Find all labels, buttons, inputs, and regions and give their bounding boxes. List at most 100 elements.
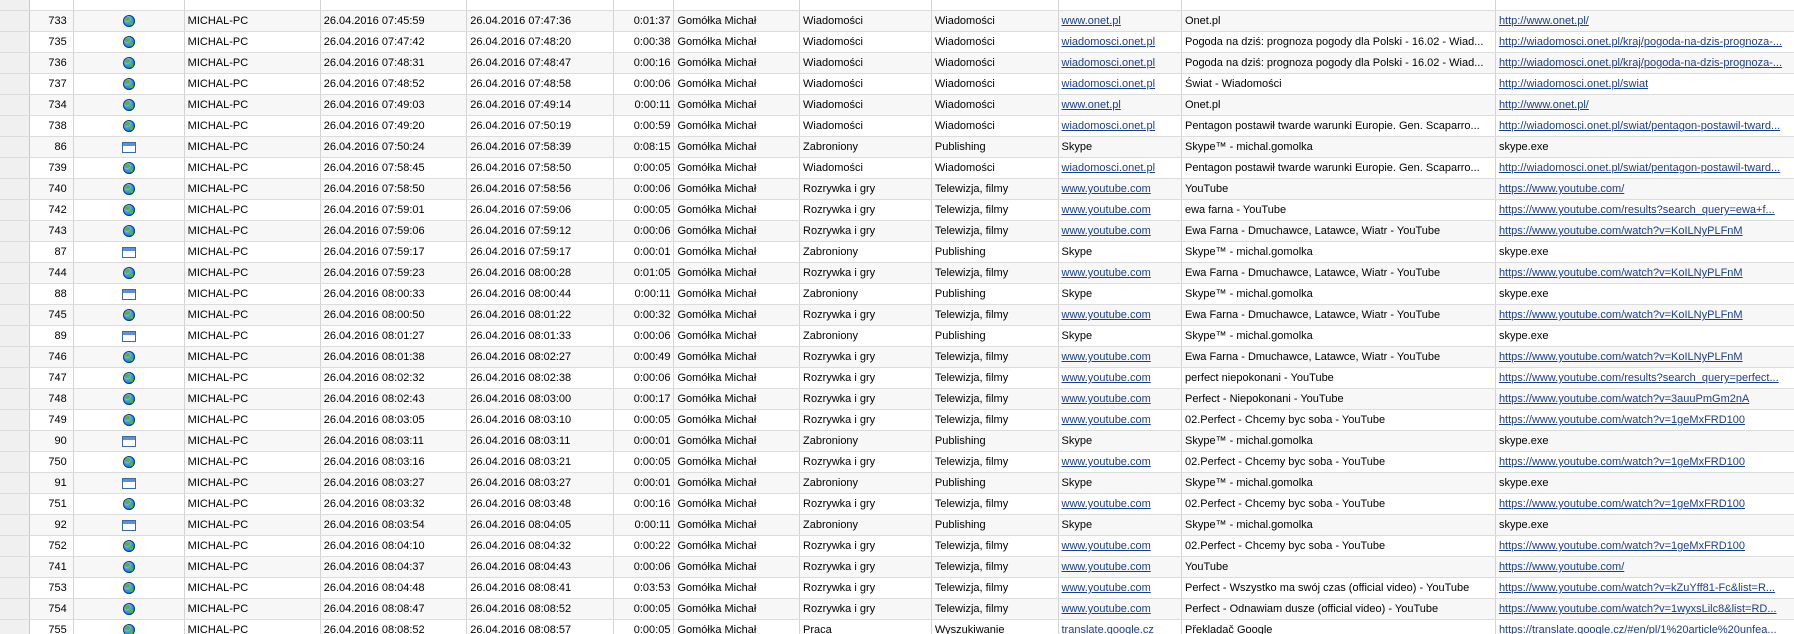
url-link[interactable]: https://www.youtube.com/watch?v=KoILNyPL… [1499,225,1743,237]
table-row[interactable]: 91 MICHAL-PC 26.04.2016 08:03:27 26.04.2016… [0,472,1794,494]
table-row[interactable]: 733 MICHAL-PC 26.04.2016 07:45:59 26.04.201… [0,10,1794,32]
cell-url[interactable]: http://wiadomosci.onet.pl/swiat/pentagon… [1495,115,1794,137]
cell-url[interactable]: https://www.youtube.com/watch?v=3auuPmGm… [1495,388,1794,410]
cell-site[interactable]: www.youtube.com [1058,409,1182,431]
cell-url[interactable]: http://wiadomosci.onet.pl/swiat [1495,73,1794,95]
table-row[interactable]: 739 MICHAL-PC 26.04.2016 07:58:45 26.04.201… [0,157,1794,179]
cell-site[interactable]: translate.google.cz [1058,619,1182,634]
cell-url[interactable]: https://www.youtube.com/ [1495,556,1794,578]
table-row[interactable]: 751 MICHAL-PC 26.04.2016 08:03:32 26.04.201… [0,493,1794,515]
table-row[interactable]: 753 MICHAL-PC 26.04.2016 08:04:48 26.04.201… [0,577,1794,599]
url-link[interactable]: https://www.youtube.com/results?search_q… [1499,372,1779,384]
cell-url[interactable]: http://wiadomosci.onet.pl/kraj/pogoda-na… [1495,31,1794,53]
cell-url[interactable]: https://www.youtube.com/watch?v=KoILNyPL… [1495,262,1794,284]
cell-site[interactable]: www.youtube.com [1058,199,1182,221]
cell-site[interactable]: www.youtube.com [1058,577,1182,599]
cell-site[interactable]: wiadomosci.onet.pl [1058,157,1182,179]
table-row[interactable]: 742 MICHAL-PC 26.04.2016 07:59:01 26.04.201… [0,199,1794,221]
table-row[interactable]: 747 MICHAL-PC 26.04.2016 08:02:32 26.04.201… [0,367,1794,389]
site-link[interactable]: wiadomosci.onet.pl [1062,162,1156,174]
site-link[interactable]: www.youtube.com [1062,414,1151,426]
cell-url[interactable]: http://www.onet.pl/ [1495,94,1794,116]
cell-site[interactable]: wiadomosci.onet.pl [1058,31,1182,53]
cell-url[interactable]: https://www.youtube.com/watch?v=1geMxFRD… [1495,451,1794,473]
cell-site[interactable]: www.youtube.com [1058,262,1182,284]
url-link[interactable]: https://www.youtube.com/watch?v=1geMxFRD… [1499,540,1745,552]
table-row[interactable]: 90 MICHAL-PC 26.04.2016 08:03:11 26.04.2016… [0,430,1794,452]
site-link[interactable]: www.youtube.com [1062,372,1151,384]
site-link[interactable]: www.youtube.com [1062,582,1151,594]
cell-site[interactable]: www.youtube.com [1058,220,1182,242]
table-row[interactable]: 741 MICHAL-PC 26.04.2016 08:04:37 26.04.201… [0,556,1794,578]
table-row[interactable]: 748 MICHAL-PC 26.04.2016 08:02:43 26.04.201… [0,388,1794,410]
cell-site[interactable]: www.youtube.com [1058,493,1182,515]
url-link[interactable]: https://www.youtube.com/watch?v=1geMxFRD… [1499,456,1745,468]
activity-log-grid[interactable]: 733 MICHAL-PC 26.04.2016 07:45:59 26.04.201… [0,0,1794,634]
table-row[interactable]: 735 MICHAL-PC 26.04.2016 07:47:42 26.04.201… [0,31,1794,53]
cell-site[interactable]: www.youtube.com [1058,178,1182,200]
table-row[interactable]: 743 MICHAL-PC 26.04.2016 07:59:06 26.04.201… [0,220,1794,242]
site-link[interactable]: wiadomosci.onet.pl [1062,78,1156,90]
url-link[interactable]: https://www.youtube.com/watch?v=KoILNyPL… [1499,351,1743,363]
cell-site[interactable]: www.onet.pl [1058,94,1182,116]
url-link[interactable]: http://www.onet.pl/ [1499,15,1589,27]
site-link[interactable]: www.onet.pl [1062,15,1121,27]
cell-site[interactable]: www.youtube.com [1058,304,1182,326]
cell-site[interactable]: www.onet.pl [1058,10,1182,32]
table-row[interactable]: 746 MICHAL-PC 26.04.2016 08:01:38 26.04.201… [0,346,1794,368]
site-link[interactable]: www.youtube.com [1062,603,1151,615]
url-link[interactable]: http://wiadomosci.onet.pl/swiat/pentagon… [1499,120,1780,132]
url-link[interactable]: http://www.onet.pl/ [1499,99,1589,111]
url-link[interactable]: http://wiadomosci.onet.pl/swiat [1499,78,1648,90]
cell-url[interactable]: https://www.youtube.com/watch?v=KoILNyPL… [1495,220,1794,242]
cell-site[interactable]: www.youtube.com [1058,388,1182,410]
cell-url[interactable]: https://www.youtube.com/watch?v=1geMxFRD… [1495,409,1794,431]
site-link[interactable]: www.youtube.com [1062,225,1151,237]
table-row[interactable]: 752 MICHAL-PC 26.04.2016 08:04:10 26.04.201… [0,535,1794,557]
url-link[interactable]: https://www.youtube.com/ [1499,183,1624,195]
cell-url[interactable]: http://www.onet.pl/ [1495,10,1794,32]
site-link[interactable]: www.youtube.com [1062,351,1151,363]
url-link[interactable]: https://www.youtube.com/watch?v=KoILNyPL… [1499,267,1743,279]
url-link[interactable]: https://www.youtube.com/watch?v=3auuPmGm… [1499,393,1749,405]
cell-site[interactable]: www.youtube.com [1058,556,1182,578]
cell-site[interactable]: wiadomosci.onet.pl [1058,115,1182,137]
url-link[interactable]: https://www.youtube.com/results?search_q… [1499,204,1775,216]
url-link[interactable]: https://www.youtube.com/watch?v=KoILNyPL… [1499,309,1743,321]
url-link[interactable]: https://www.youtube.com/watch?v=1geMxFRD… [1499,414,1745,426]
table-row[interactable]: 737 MICHAL-PC 26.04.2016 07:48:52 26.04.201… [0,73,1794,95]
cell-site[interactable]: www.youtube.com [1058,367,1182,389]
table-row[interactable]: 738 MICHAL-PC 26.04.2016 07:49:20 26.04.201… [0,115,1794,137]
cell-url[interactable]: http://wiadomosci.onet.pl/kraj/pogoda-na… [1495,52,1794,74]
table-row[interactable]: 88 MICHAL-PC 26.04.2016 08:00:33 26.04.2016… [0,283,1794,305]
table-row[interactable]: 754 MICHAL-PC 26.04.2016 08:08:47 26.04.201… [0,598,1794,620]
table-row[interactable]: 745 MICHAL-PC 26.04.2016 08:00:50 26.04.201… [0,304,1794,326]
table-row[interactable]: 92 MICHAL-PC 26.04.2016 08:03:54 26.04.2016… [0,514,1794,536]
site-link[interactable]: www.youtube.com [1062,267,1151,279]
site-link[interactable]: www.youtube.com [1062,561,1151,573]
cell-url[interactable]: https://www.youtube.com/watch?v=KoILNyPL… [1495,346,1794,368]
site-link[interactable]: www.youtube.com [1062,540,1151,552]
cell-url[interactable]: http://wiadomosci.onet.pl/swiat/pentagon… [1495,157,1794,179]
site-link[interactable]: wiadomosci.onet.pl [1062,120,1156,132]
url-link[interactable]: https://www.youtube.com/watch?v=1geMxFRD… [1499,498,1745,510]
site-link[interactable]: www.youtube.com [1062,309,1151,321]
site-link[interactable]: www.youtube.com [1062,498,1151,510]
cell-site[interactable]: wiadomosci.onet.pl [1058,52,1182,74]
cell-url[interactable]: https://www.youtube.com/watch?v=1geMxFRD… [1495,493,1794,515]
cell-url[interactable]: https://www.youtube.com/watch?v=kZuYff81… [1495,577,1794,599]
site-link[interactable]: translate.google.cz [1062,624,1154,634]
url-link[interactable]: http://wiadomosci.onet.pl/swiat/pentagon… [1499,162,1780,174]
cell-url[interactable]: https://www.youtube.com/results?search_q… [1495,199,1794,221]
cell-site[interactable]: www.youtube.com [1058,598,1182,620]
cell-url[interactable]: https://translate.google.cz/#en/pl/1%20a… [1495,619,1794,634]
site-link[interactable]: www.youtube.com [1062,204,1151,216]
url-link[interactable]: https://translate.google.cz/#en/pl/1%20a… [1499,624,1777,634]
cell-url[interactable]: https://www.youtube.com/watch?v=KoILNyPL… [1495,304,1794,326]
site-link[interactable]: wiadomosci.onet.pl [1062,57,1156,69]
cell-url[interactable]: https://www.youtube.com/watch?v=1geMxFRD… [1495,535,1794,557]
table-row[interactable]: 89 MICHAL-PC 26.04.2016 08:01:27 26.04.2016… [0,325,1794,347]
cell-url[interactable]: https://www.youtube.com/results?search_q… [1495,367,1794,389]
table-row[interactable]: 740 MICHAL-PC 26.04.2016 07:58:50 26.04.201… [0,178,1794,200]
site-link[interactable]: www.youtube.com [1062,456,1151,468]
